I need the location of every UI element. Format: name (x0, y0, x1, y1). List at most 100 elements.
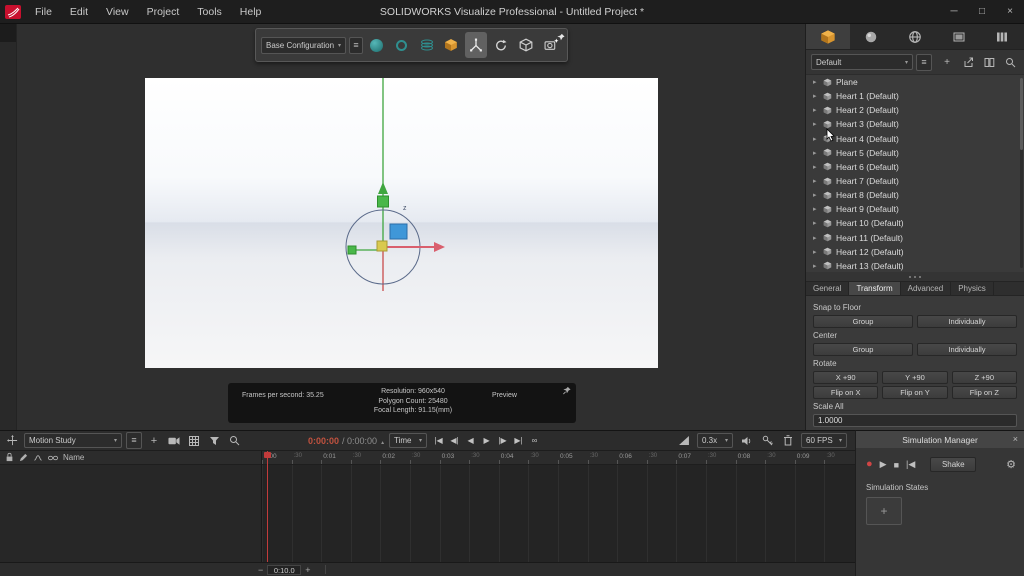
expand-arrow-icon[interactable]: ▸ (813, 78, 819, 86)
minimize-button[interactable]: ─ (940, 0, 968, 24)
snap-individually-button[interactable]: Individually (917, 315, 1017, 328)
step-back-button[interactable]: ◀| (447, 436, 462, 445)
link-icon[interactable] (48, 449, 58, 467)
motion-study-menu-button[interactable]: ≡ (126, 432, 142, 449)
expand-arrow-icon[interactable]: ▸ (813, 92, 819, 100)
sim-stop-button[interactable]: ■ (894, 460, 899, 470)
expand-arrow-icon[interactable]: ▸ (813, 120, 819, 128)
expand-arrow-icon[interactable]: ▸ (813, 205, 819, 213)
collection-select[interactable]: Default ▾ (811, 54, 913, 70)
scene-tree-item[interactable]: ▸ Heart 11 (Default) (806, 231, 1024, 245)
close-icon[interactable]: × (1013, 431, 1018, 448)
expand-arrow-icon[interactable]: ▸ (813, 177, 819, 185)
sim-record-button[interactable]: ● (866, 459, 873, 470)
model-tool-button[interactable] (441, 32, 463, 58)
loop-button[interactable]: ∞ (527, 436, 542, 445)
scene-tree-item[interactable]: ▸ Heart 5 (Default) (806, 146, 1024, 160)
playback-speed-select[interactable]: 0.3x ▾ (697, 433, 733, 448)
time-mode-select[interactable]: Time ▾ (389, 433, 428, 448)
gizmo-x-arrow[interactable] (434, 242, 445, 252)
timeline-duration-input[interactable]: 0:10.0 (267, 565, 302, 575)
props-tab-advanced[interactable]: Advanced (901, 282, 952, 295)
configuration-select[interactable]: Base Configuration ▾ (261, 36, 347, 54)
move-tool-button[interactable] (465, 32, 488, 58)
expand-arrow-icon[interactable]: ▸ (813, 248, 819, 256)
add-simulation-state-button[interactable]: + (866, 497, 902, 525)
motion-study-select[interactable]: Motion Study ▾ (24, 433, 122, 448)
snap-group-button[interactable]: Group (813, 315, 913, 328)
go-to-end-button[interactable]: ▶| (511, 436, 526, 445)
scale-all-input[interactable]: 1.0000 (813, 414, 1017, 427)
expand-arrow-icon[interactable]: ▸ (813, 106, 819, 114)
gizmo-y-handle[interactable] (377, 195, 389, 208)
menu-help[interactable]: Help (231, 0, 271, 24)
configuration-menu-button[interactable]: ≡ (349, 36, 363, 54)
appearance-stack-button[interactable] (416, 32, 438, 58)
panel-splitter[interactable] (806, 272, 1024, 281)
delete-keyframe-button[interactable] (780, 433, 796, 449)
animation-curve-icon[interactable] (33, 449, 43, 467)
playhead[interactable] (267, 451, 268, 562)
step-forward-button[interactable]: |▶ (495, 436, 510, 445)
tab-split-view[interactable] (980, 24, 1024, 49)
expand-arrow-icon[interactable]: ▸ (813, 191, 819, 199)
scene-tree-item[interactable]: ▸ Heart 9 (Default) (806, 202, 1024, 216)
play-button[interactable]: ▶ (479, 436, 494, 445)
expand-arrow-icon[interactable]: ▸ (813, 219, 819, 227)
edit-pencil-icon[interactable] (19, 449, 28, 467)
timeline-search-button[interactable] (226, 433, 242, 449)
scene-tree-item[interactable]: ▸ Heart 8 (Default) (806, 188, 1024, 202)
menu-view[interactable]: View (97, 0, 138, 24)
expand-arrow-icon[interactable]: ▸ (813, 163, 819, 171)
viewport[interactable]: z Frames per second: 35.25 Resolution: 9… (0, 24, 805, 430)
menu-edit[interactable]: Edit (61, 0, 97, 24)
flip-button[interactable]: Flip on Z (951, 386, 1017, 399)
zoom-in-button[interactable]: + (305, 565, 310, 575)
time-expand-icon[interactable]: ▲ (380, 440, 385, 446)
export-button[interactable] (959, 54, 977, 70)
flip-button[interactable]: Flip on X (813, 386, 879, 399)
transform-gizmo[interactable] (145, 78, 658, 368)
menu-tools[interactable]: Tools (188, 0, 231, 24)
scene-tree-item[interactable]: ▸ Heart 7 (Default) (806, 174, 1024, 188)
menu-file[interactable]: File (26, 0, 61, 24)
tab-appearances[interactable] (850, 24, 894, 49)
turntable-tool-button[interactable] (490, 32, 512, 58)
scene-tree-item[interactable]: ▸ Heart 10 (Default) (806, 216, 1024, 230)
grid-view-button[interactable] (186, 433, 202, 449)
expand-arrow-icon[interactable]: ▸ (813, 234, 819, 242)
sim-play-button[interactable]: ▶ (880, 459, 887, 470)
timeline-ruler[interactable]: 0:00:300:01:300:02:300:03:300:04:300:05:… (262, 451, 855, 465)
collection-menu-button[interactable]: ≡ (916, 53, 932, 71)
tab-environments[interactable] (893, 24, 937, 49)
play-backward-button[interactable]: ◀ (463, 436, 478, 445)
add-motion-study-button[interactable]: + (146, 433, 162, 449)
fps-select[interactable]: 60 FPS ▾ (801, 433, 847, 448)
stats-pin-button[interactable] (562, 386, 571, 397)
simulation-manager-header[interactable]: Simulation Manager × (856, 431, 1024, 448)
scene-tree-item[interactable]: ▸ Heart 4 (Default) (806, 132, 1024, 146)
expand-arrow-icon[interactable]: ▸ (813, 135, 819, 143)
scene-tree-item[interactable]: ▸ Heart 3 (Default) (806, 117, 1024, 131)
left-panel-toggle[interactable] (0, 24, 16, 42)
props-tab-transform[interactable]: Transform (849, 282, 901, 295)
timeline-tracks[interactable] (262, 465, 855, 562)
tree-scrollbar-thumb[interactable] (1020, 78, 1023, 150)
flip-button[interactable]: Flip on Y (882, 386, 948, 399)
render-area[interactable]: z (145, 78, 658, 368)
gizmo-x-handle[interactable] (347, 245, 357, 255)
gizmo-y-arrow[interactable] (378, 182, 388, 194)
shake-button[interactable]: Shake (930, 457, 977, 472)
zoom-out-button[interactable]: − (258, 565, 263, 575)
scene-tree-item[interactable]: ▸ Heart 6 (Default) (806, 160, 1024, 174)
props-tab-general[interactable]: General (806, 282, 850, 295)
center-group-button[interactable]: Group (813, 343, 913, 356)
filter-tracks-button[interactable] (206, 433, 222, 449)
scene-tree-item[interactable]: ▸ Heart 12 (Default) (806, 245, 1024, 259)
move-mode-button[interactable] (4, 433, 20, 449)
scene-cube-button[interactable] (515, 32, 537, 58)
gizmo-center-handle[interactable] (376, 240, 388, 252)
tab-models[interactable] (806, 24, 850, 49)
scene-tree-item[interactable]: ▸ Plane (806, 75, 1024, 89)
close-button[interactable]: × (996, 0, 1024, 24)
